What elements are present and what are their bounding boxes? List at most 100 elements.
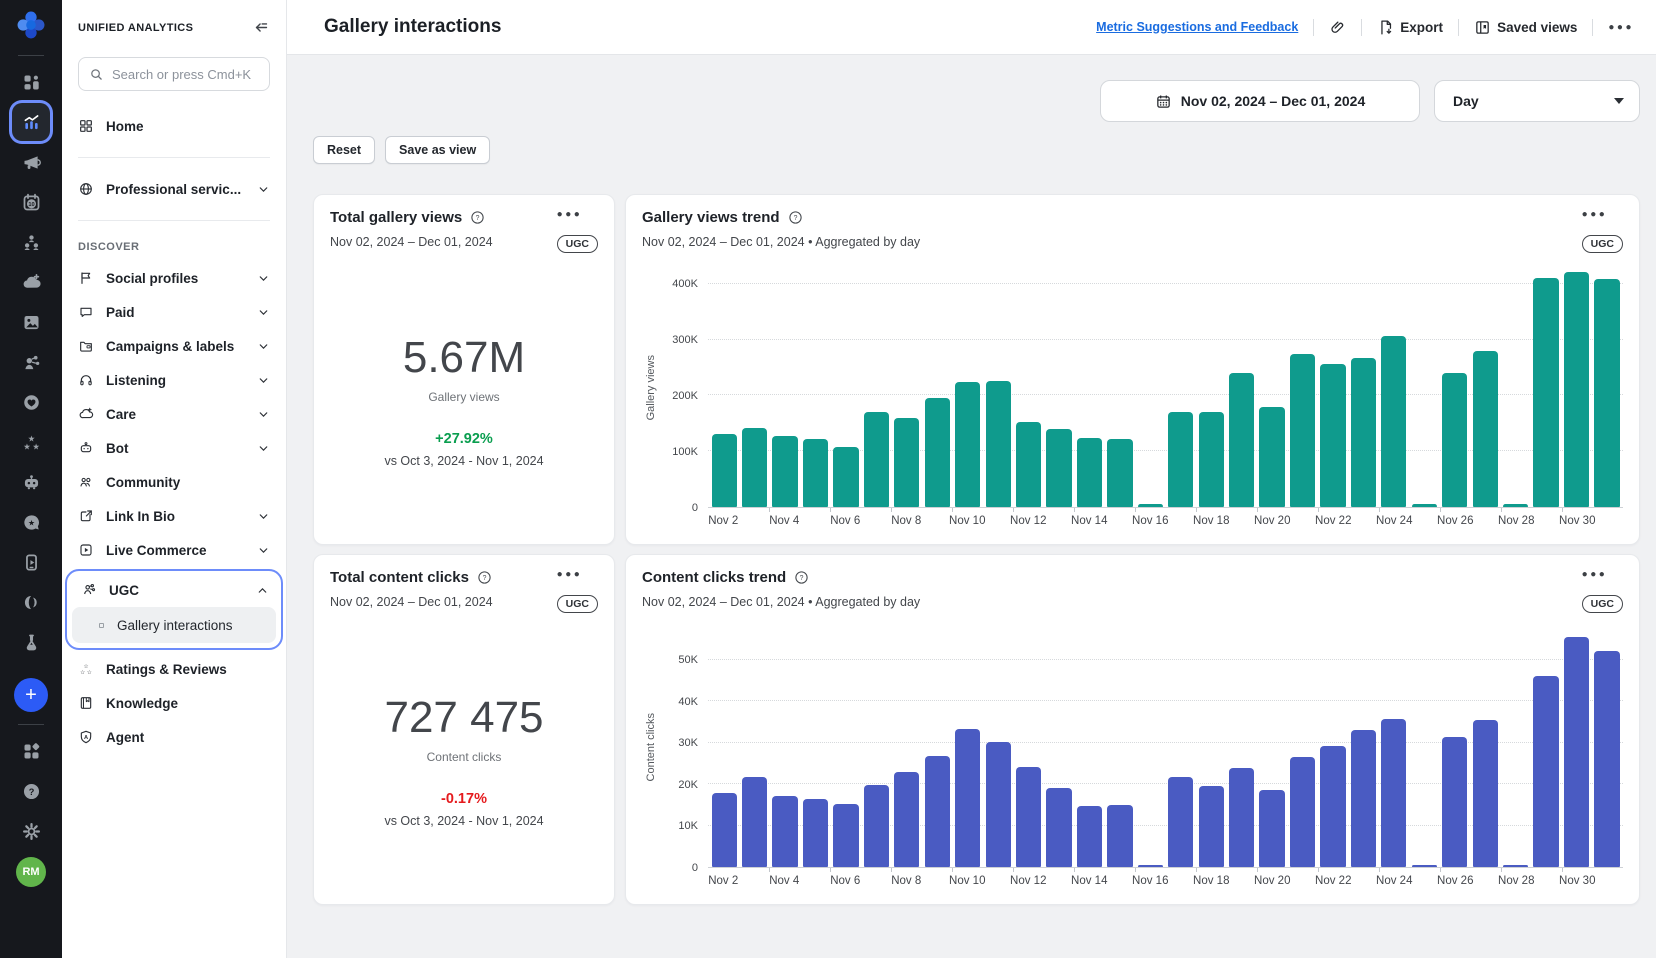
x-tick-mark: [1501, 868, 1502, 872]
bar-nov-6: [833, 447, 858, 507]
copy-link-button[interactable]: [1329, 19, 1346, 36]
help-icon[interactable]: ?: [477, 570, 492, 585]
sidebar-item-link-in-bio[interactable]: Link In Bio: [78, 499, 270, 533]
flag-icon: [78, 270, 94, 286]
granularity-select[interactable]: Day: [1434, 80, 1640, 122]
sidebar-item-care[interactable]: Care: [78, 397, 270, 431]
bar-nov-30: [1564, 637, 1589, 867]
rail-item-care-cloud-plus[interactable]: [0, 262, 62, 302]
sidebar-item-label: Live Commerce: [106, 543, 245, 558]
sidebar-item-listening[interactable]: Listening: [78, 363, 270, 397]
sidebar-item-agent[interactable]: AAgent: [78, 720, 270, 754]
card-menu-button[interactable]: ●●●: [557, 209, 598, 226]
search-input[interactable]: [112, 67, 259, 82]
sidebar-item-label: Professional servic...: [106, 182, 245, 197]
rail-item-influencer-network[interactable]: [0, 342, 62, 382]
rail-item-reviews-star-bubble[interactable]: ★: [0, 502, 62, 542]
rail-item-apps-launcher[interactable]: [0, 62, 62, 102]
trailing-items: ☆☆☆Ratings & ReviewsKnowledgeAAgent: [78, 652, 270, 754]
bar-nov-26: [1442, 373, 1467, 507]
rail-item-ratings-stars[interactable]: ★★★: [0, 422, 62, 462]
chevron-down-icon: [257, 183, 270, 196]
x-tick-label: Nov 8: [891, 515, 921, 527]
rail-item-settings-gear[interactable]: [0, 811, 62, 851]
x-tick-mark: [1379, 508, 1380, 512]
sidebar-item-label: UGC: [109, 583, 244, 598]
help-icon[interactable]: ?: [788, 210, 803, 225]
bar-nov-4: [772, 796, 797, 867]
y-tick-label: 10K: [678, 820, 698, 832]
sidebar-item-home[interactable]: Home: [78, 109, 270, 143]
create-plus-button[interactable]: +: [14, 678, 48, 712]
more-actions-button[interactable]: ●●●: [1608, 22, 1634, 33]
x-tick-label: Nov 22: [1315, 875, 1351, 887]
x-tick-label: Nov 30: [1559, 515, 1595, 527]
y-tick-label: 300K: [672, 334, 698, 346]
x-tick-label: Nov 28: [1498, 515, 1534, 527]
sidebar-item-live-commerce[interactable]: Live Commerce: [78, 533, 270, 567]
card-menu-button[interactable]: ●●●: [557, 569, 598, 586]
metric-suggestions-link[interactable]: Metric Suggestions and Feedback: [1096, 20, 1298, 34]
x-tick-label: Nov 16: [1132, 515, 1168, 527]
x-tick-mark: [1013, 868, 1014, 872]
labs-flask-icon: [21, 632, 42, 653]
help-icon[interactable]: ?: [794, 570, 809, 585]
y-axis-labels: 0100K200K300K400K: [660, 267, 708, 508]
sidebar-item-ratings-reviews[interactable]: ☆☆☆Ratings & Reviews: [78, 652, 270, 686]
help-icon[interactable]: ?: [470, 210, 485, 225]
discover-items: Social profilesPaidCampaigns & labelsLis…: [78, 261, 270, 567]
user-avatar[interactable]: RM: [16, 857, 46, 887]
rail-item-live-commerce-phone[interactable]: [0, 542, 62, 582]
card-menu-button[interactable]: ●●●: [1582, 209, 1623, 226]
bar-nov-16: [1138, 504, 1163, 507]
bar-nov-22: [1320, 364, 1345, 507]
sidebar-item-professional-services[interactable]: Professional servic...: [78, 172, 270, 206]
play-box-icon: [78, 542, 94, 558]
rail-item-org-people[interactable]: [0, 222, 62, 262]
x-tick-mark: [1379, 868, 1380, 872]
collapse-sidebar-icon[interactable]: [253, 19, 270, 36]
ugc-badge: UGC: [557, 235, 598, 253]
sidebar-item-ugc[interactable]: UGC: [70, 574, 278, 606]
export-button[interactable]: Export: [1377, 19, 1443, 36]
svg-text:★: ★: [23, 441, 30, 451]
rail-item-media-gallery[interactable]: [0, 302, 62, 342]
reset-button[interactable]: Reset: [313, 136, 375, 164]
chat-icon: [78, 304, 94, 320]
sidebar-item-knowledge[interactable]: Knowledge: [78, 686, 270, 720]
svg-text:A: A: [84, 735, 88, 741]
date-range-picker[interactable]: Nov 02, 2024 – Dec 01, 2024: [1100, 80, 1420, 122]
caret-down-icon: [1614, 98, 1624, 104]
influencer-network-icon: [21, 352, 42, 373]
rail-item-analytics[interactable]: [0, 102, 62, 142]
rail-item-help[interactable]: ?: [0, 771, 62, 811]
bar-nov-7: [864, 412, 889, 507]
sidebar-item-social-profiles[interactable]: Social profiles: [78, 261, 270, 295]
sidebar-item-paid[interactable]: Paid: [78, 295, 270, 329]
sidebar-item-community[interactable]: Community: [78, 465, 270, 499]
rail-item-bot[interactable]: [0, 462, 62, 502]
brand-logo-icon[interactable]: [0, 0, 62, 50]
rail-item-marketing-megaphone[interactable]: [0, 142, 62, 182]
search-box[interactable]: [78, 57, 270, 91]
chevron-down-icon: [257, 272, 270, 285]
care-cloud-plus-icon: [21, 272, 42, 293]
rail-divider: [18, 724, 44, 725]
rail-item-app-grid-diamond[interactable]: [0, 731, 62, 771]
save-as-view-button[interactable]: Save as view: [385, 136, 490, 164]
x-tick-mark: [1074, 868, 1075, 872]
bar-nov-24: [1381, 336, 1406, 507]
rail-item-listening-eye[interactable]: [0, 582, 62, 622]
sidebar-item-campaigns-labels[interactable]: Campaigns & labels: [78, 329, 270, 363]
bars-series: [708, 267, 1623, 507]
rail-item-labs-flask[interactable]: [0, 622, 62, 662]
x-tick-label: Nov 10: [949, 875, 985, 887]
bar-nov-5: [803, 439, 828, 507]
saved-views-button[interactable]: Saved views: [1474, 19, 1577, 36]
sidebar-item-bot[interactable]: Bot: [78, 431, 270, 465]
sidebar-item-gallery-interactions[interactable]: Gallery interactions: [72, 607, 276, 643]
rail-item-engagement-heart[interactable]: [0, 382, 62, 422]
bar-nov-4: [772, 436, 797, 507]
card-menu-button[interactable]: ●●●: [1582, 569, 1623, 586]
rail-item-publishing-calendar[interactable]: 10: [0, 182, 62, 222]
